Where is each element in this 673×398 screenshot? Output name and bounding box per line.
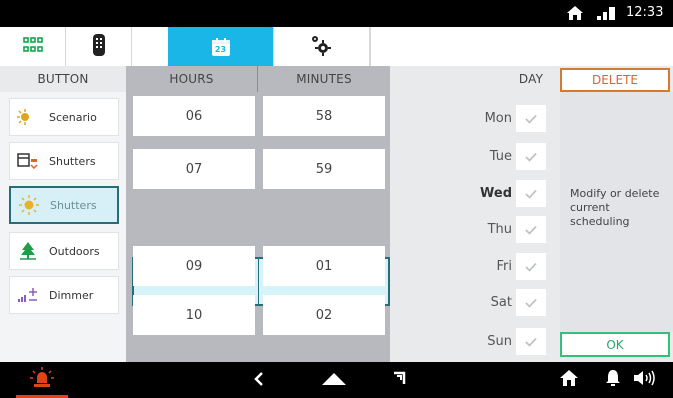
day-checkbox-mon[interactable] <box>516 105 546 132</box>
check-icon <box>525 293 537 312</box>
tab-settings[interactable] <box>272 27 370 66</box>
day-label-sun: Sun <box>487 334 512 349</box>
delete-button[interactable]: DELETE <box>560 68 670 92</box>
function-item-scenario[interactable]: Scenario <box>9 98 119 136</box>
hour-option[interactable]: 09 <box>133 246 255 286</box>
day-label-tue: Tue <box>489 149 512 164</box>
day-checkbox-thu[interactable] <box>516 216 546 243</box>
day-label-sat: Sat <box>490 295 512 310</box>
dimmer-icon <box>17 285 39 305</box>
house-button[interactable] <box>554 362 584 398</box>
clock-time: 12:33 <box>626 5 664 20</box>
function-label: Shutters <box>50 198 97 212</box>
alarm-icon <box>29 366 55 394</box>
home-icon <box>320 370 348 390</box>
back-button[interactable] <box>244 362 274 398</box>
function-list: Scenario Shutters Shutters Outdoors Dimm… <box>0 92 126 362</box>
function-item-shutters-sun[interactable]: Shutters <box>9 186 119 224</box>
check-icon <box>525 184 537 203</box>
scheduling-panel: BUTTON HOURS MINUTES DAY Scenario Shutte… <box>0 66 673 362</box>
day-label-fri: Fri <box>496 259 513 274</box>
alarm-button[interactable] <box>16 362 68 398</box>
tab-grid[interactable] <box>0 27 66 66</box>
remote-control-icon <box>92 33 106 61</box>
minutes-column-header: MINUTES <box>296 72 352 86</box>
function-label: Scenario <box>49 110 97 124</box>
tab-bar: 23 <box>0 27 673 66</box>
network-icon <box>596 5 616 21</box>
house-icon <box>559 369 579 391</box>
day-checkbox-sun[interactable] <box>516 328 546 355</box>
calendar-icon: 23 <box>211 37 231 57</box>
recent-apps-button[interactable] <box>384 362 414 398</box>
check-icon <box>525 332 537 351</box>
function-item-shutters[interactable]: Shutters <box>9 142 119 180</box>
notifications-button[interactable] <box>598 362 628 398</box>
button-column-header: BUTTON <box>37 72 89 86</box>
minute-option[interactable]: 59 <box>263 149 385 189</box>
volume-icon <box>633 370 657 390</box>
check-icon <box>525 109 537 128</box>
hour-option[interactable]: 07 <box>133 149 255 189</box>
home-button[interactable] <box>314 362 354 398</box>
tab-calendar[interactable]: 23 <box>168 27 274 66</box>
function-label: Dimmer <box>49 288 94 302</box>
check-icon <box>525 220 537 239</box>
settings-gears-icon <box>310 34 332 60</box>
tree-icon <box>17 241 39 261</box>
day-checkbox-tue[interactable] <box>516 143 546 170</box>
day-checkbox-sat[interactable] <box>516 289 546 316</box>
shutters-icon <box>17 151 39 171</box>
day-checkbox-fri[interactable] <box>516 253 546 280</box>
function-label: Outdoors <box>49 244 100 258</box>
hours-column-header: HOURS <box>169 72 214 86</box>
minute-option[interactable]: 58 <box>263 96 385 136</box>
recent-apps-icon <box>392 370 406 390</box>
scenario-icon <box>17 107 39 127</box>
home-icon <box>566 5 584 21</box>
check-icon <box>525 147 537 166</box>
tab-remote[interactable] <box>66 27 132 66</box>
day-label-mon: Mon <box>484 111 512 126</box>
back-icon <box>254 371 264 390</box>
minute-option[interactable]: 01 <box>263 246 385 286</box>
hour-option[interactable]: 06 <box>133 96 255 136</box>
minute-option[interactable]: 02 <box>263 295 385 335</box>
info-text: Modify or delete current scheduling <box>570 187 660 228</box>
bell-icon <box>605 369 621 391</box>
function-item-dimmer[interactable]: Dimmer <box>9 276 119 314</box>
grid-icon <box>22 36 43 58</box>
tab-bar-empty <box>370 27 673 66</box>
calendar-day-number: 23 <box>214 44 227 54</box>
function-item-outdoors[interactable]: Outdoors <box>9 232 119 270</box>
day-label-wed: Wed <box>480 186 512 201</box>
sun-icon <box>18 195 40 215</box>
function-label: Shutters <box>49 154 96 168</box>
bottom-navigation <box>0 362 673 398</box>
ok-button[interactable]: OK <box>560 332 670 357</box>
volume-button[interactable] <box>628 362 662 398</box>
status-bar: 12:33 <box>0 0 673 27</box>
day-column-header: DAY <box>518 72 544 86</box>
hour-option[interactable]: 10 <box>133 295 255 335</box>
day-label-thu: Thu <box>487 222 512 237</box>
day-checkbox-wed[interactable] <box>516 180 546 207</box>
check-icon <box>525 257 537 276</box>
